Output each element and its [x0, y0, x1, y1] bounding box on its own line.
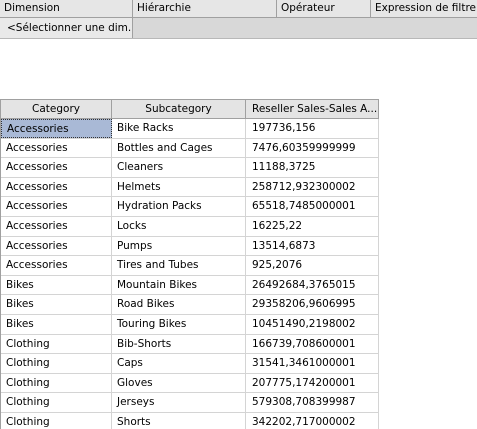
filter-column-dimension[interactable]: Dimension: [0, 0, 133, 18]
table-row[interactable]: Clothing Shorts 342202,717000002: [1, 412, 379, 429]
reseller-sales-cell[interactable]: 258712,932300002: [246, 177, 379, 197]
category-cell[interactable]: Accessories: [1, 158, 112, 178]
category-cell[interactable]: Accessories: [1, 197, 112, 217]
filter-pane: Dimension Hiérarchie Opérateur Expressio…: [0, 0, 477, 39]
column-header-subcategory[interactable]: Subcategory: [112, 100, 246, 118]
category-cell[interactable]: Bikes: [1, 314, 112, 334]
table-row[interactable]: Bikes Touring Bikes 10451490,2198002: [1, 314, 379, 335]
filter-column-hierarchy[interactable]: Hiérarchie: [133, 0, 277, 18]
reseller-sales-cell[interactable]: 26492684,3765015: [246, 275, 379, 295]
dimension-select-cell[interactable]: <Sélectionner une dim...: [0, 18, 133, 38]
category-cell[interactable]: Clothing: [1, 334, 112, 354]
table-row[interactable]: Accessories Hydration Packs 65518,74850000…: [1, 197, 379, 217]
reseller-sales-cell[interactable]: 925,2076: [246, 256, 379, 276]
category-cell[interactable]: Accessories: [1, 256, 112, 276]
reseller-sales-cell[interactable]: 11188,3725: [246, 158, 379, 178]
table-row[interactable]: Clothing Caps 31541,3461000001: [1, 354, 379, 374]
subcategory-cell[interactable]: Helmets: [112, 177, 246, 197]
subcategory-cell[interactable]: Jerseys: [112, 393, 246, 413]
subcategory-cell[interactable]: Road Bikes: [112, 295, 246, 315]
subcategory-cell[interactable]: Shorts: [112, 412, 246, 429]
category-cell[interactable]: Clothing: [1, 373, 112, 393]
category-cell[interactable]: Accessories: [1, 119, 112, 138]
results-grid-header: Category Subcategory Reseller Sales-Sale…: [1, 99, 379, 119]
category-cell[interactable]: Accessories: [1, 236, 112, 256]
filter-column-expression[interactable]: Expression de filtre: [371, 0, 477, 18]
subcategory-cell[interactable]: Hydration Packs: [112, 197, 246, 217]
reseller-sales-cell[interactable]: 197736,156: [246, 119, 379, 138]
subcategory-cell[interactable]: Gloves: [112, 373, 246, 393]
category-cell[interactable]: Accessories: [1, 216, 112, 236]
subcategory-cell[interactable]: Caps: [112, 354, 246, 374]
filter-header: Dimension Hiérarchie Opérateur Expressio…: [0, 0, 477, 18]
subcategory-cell[interactable]: Mountain Bikes: [112, 275, 246, 295]
reseller-sales-cell[interactable]: 10451490,2198002: [246, 314, 379, 334]
category-cell[interactable]: Accessories: [1, 177, 112, 197]
subcategory-cell[interactable]: Touring Bikes: [112, 314, 246, 334]
column-header-reseller-sales[interactable]: Reseller Sales-Sales A...: [246, 100, 379, 118]
reseller-sales-cell[interactable]: 7476,60359999999: [246, 138, 379, 158]
reseller-sales-cell[interactable]: 207775,174200001: [246, 373, 379, 393]
table-row[interactable]: Accessories Helmets 258712,932300002: [1, 177, 379, 198]
table-row[interactable]: Bikes Road Bikes 29358206,9606995: [1, 295, 379, 315]
table-row[interactable]: Accessories Cleaners 11188,3725: [1, 158, 379, 178]
column-header-category[interactable]: Category: [1, 100, 112, 118]
results-grid-body: Accessories Bike Racks 197736,156 Accessori…: [1, 119, 379, 429]
category-cell[interactable]: Bikes: [1, 275, 112, 295]
subcategory-cell[interactable]: Bib-Shorts: [112, 334, 246, 354]
subcategory-cell[interactable]: Pumps: [112, 236, 246, 256]
category-cell[interactable]: Clothing: [1, 393, 112, 413]
filter-column-operator[interactable]: Opérateur: [277, 0, 371, 18]
subcategory-cell[interactable]: Bottles and Cages: [112, 138, 246, 158]
reseller-sales-cell[interactable]: 13514,6873: [246, 236, 379, 256]
reseller-sales-cell[interactable]: 166739,708600001: [246, 334, 379, 354]
results-grid: Category Subcategory Reseller Sales-Sale…: [0, 99, 380, 429]
reseller-sales-cell[interactable]: 65518,7485000001: [246, 197, 379, 217]
reseller-sales-cell[interactable]: 16225,22: [246, 216, 379, 236]
category-cell[interactable]: Clothing: [1, 354, 112, 374]
reseller-sales-cell[interactable]: 579308,708399987: [246, 393, 379, 413]
subcategory-cell[interactable]: Cleaners: [112, 158, 246, 178]
table-row[interactable]: Accessories Locks 16225,22: [1, 216, 379, 237]
subcategory-cell[interactable]: Tires and Tubes: [112, 256, 246, 276]
table-row[interactable]: Clothing Jerseys 579308,708399987: [1, 393, 379, 413]
table-row[interactable]: Accessories Tires and Tubes 925,2076: [1, 256, 379, 276]
reseller-sales-cell[interactable]: 342202,717000002: [246, 412, 379, 429]
filter-row: <Sélectionner une dim...: [0, 18, 477, 39]
table-row[interactable]: Accessories Pumps 13514,6873: [1, 236, 379, 257]
table-row[interactable]: Clothing Gloves 207775,174200001: [1, 373, 379, 394]
category-cell[interactable]: Accessories: [1, 138, 112, 158]
category-cell[interactable]: Bikes: [1, 295, 112, 315]
table-row[interactable]: Accessories Bottles and Cages 7476,6035999…: [1, 138, 379, 159]
subcategory-cell[interactable]: Bike Racks: [112, 119, 246, 138]
table-row[interactable]: Clothing Bib-Shorts 166739,708600001: [1, 334, 379, 355]
reseller-sales-cell[interactable]: 31541,3461000001: [246, 354, 379, 374]
table-row[interactable]: Bikes Mountain Bikes 26492684,3765015: [1, 275, 379, 296]
category-cell[interactable]: Clothing: [1, 412, 112, 429]
subcategory-cell[interactable]: Locks: [112, 216, 246, 236]
table-row[interactable]: Accessories Bike Racks 197736,156: [1, 119, 379, 139]
reseller-sales-cell[interactable]: 29358206,9606995: [246, 295, 379, 315]
